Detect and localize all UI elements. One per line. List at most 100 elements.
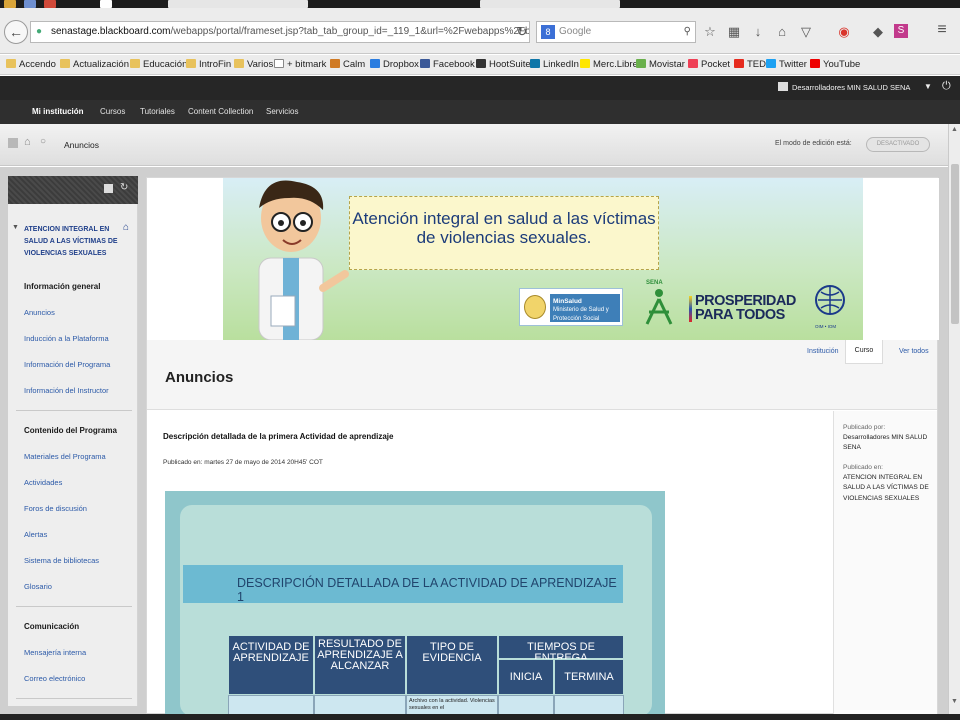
- scrollbar-thumb[interactable]: [951, 164, 959, 324]
- menu-item-induccion[interactable]: Inducción a la Plataforma: [24, 334, 109, 343]
- section-informacion-general: Información general: [24, 282, 101, 291]
- course-icon[interactable]: ○: [40, 136, 46, 147]
- hootsuite-icon: [476, 59, 486, 68]
- folder-icon: [6, 59, 16, 68]
- taskbar-app-icon[interactable]: [100, 0, 112, 8]
- bookmark-item[interactable]: Twitter: [766, 55, 807, 74]
- search-bar[interactable]: 8 Google ⚲: [536, 21, 696, 43]
- bookmark-item[interactable]: Pocket: [688, 55, 730, 74]
- bookmark-item[interactable]: Calm: [330, 55, 365, 74]
- scroll-down-icon[interactable]: ▼: [951, 698, 958, 705]
- course-title[interactable]: ATENCION INTEGRAL EN SALUD A LAS VÍCTIMA…: [24, 224, 124, 260]
- search-engine-icon: 8: [541, 25, 555, 39]
- taskbar-app-icon[interactable]: [44, 0, 56, 8]
- announcement-title: Descripción detallada de la primera Acti…: [163, 432, 394, 441]
- breadcrumb: ⌂ ○ Anuncios El modo de edición está: DE…: [0, 124, 948, 166]
- collapse-icon[interactable]: ▼: [12, 224, 19, 231]
- content-panel: Atención integral en salud a las víctima…: [146, 177, 939, 720]
- divider: [16, 698, 132, 699]
- menu-toggle-icon[interactable]: [8, 138, 18, 148]
- col-evidencia: TIPO DE EVIDENCIA: [406, 635, 498, 695]
- home-icon[interactable]: ⌂: [123, 222, 129, 233]
- bookmark-item[interactable]: HootSuite: [476, 55, 531, 74]
- col-inicia: INICIA: [498, 659, 554, 695]
- download-icon[interactable]: ↓: [750, 24, 766, 39]
- bookmark-item[interactable]: LinkedIn: [530, 55, 579, 74]
- tab-cursos[interactable]: Cursos: [100, 107, 125, 116]
- published-by-author: Desarrolladores MIN SALUD SENA: [843, 434, 928, 452]
- menu-item-materiales[interactable]: Materiales del Programa: [24, 452, 106, 461]
- tab-curso[interactable]: Curso: [845, 340, 883, 364]
- chevron-down-icon[interactable]: ▼: [924, 82, 932, 91]
- bookmark-item[interactable]: TED: [734, 55, 766, 74]
- clipboard-icon[interactable]: ▦: [726, 24, 742, 40]
- bb-header: Desarrolladores MIN SALUD SENA ▼ ⏻ Mi in…: [0, 76, 960, 124]
- bookmark-item[interactable]: Movistar: [636, 55, 685, 74]
- menu-item-anuncios[interactable]: Anuncios: [24, 308, 55, 317]
- bookmark-item[interactable]: Varios: [234, 55, 273, 74]
- bookmarks-bar: Accendo Actualización Educación IntroFin…: [0, 55, 960, 75]
- menu-item-alertas[interactable]: Alertas: [24, 530, 47, 539]
- tab-institucion[interactable]: Institución: [807, 348, 839, 355]
- search-icon[interactable]: ⚲: [684, 22, 691, 42]
- home-icon[interactable]: ⌂: [24, 136, 31, 148]
- page-scrollbar[interactable]: ▲ ▼: [948, 124, 960, 714]
- bookmark-item[interactable]: Facebook: [420, 55, 475, 74]
- url-bar[interactable]: ● senastage.blackboard.com/webapps/porta…: [30, 21, 530, 43]
- edit-mode-toggle[interactable]: DESACTIVADO: [866, 137, 930, 152]
- os-taskbar-bottom: [0, 714, 960, 720]
- extension-icon[interactable]: ◉: [836, 24, 852, 40]
- bookmark-item[interactable]: IntroFin: [186, 55, 231, 74]
- tab-servicios[interactable]: Servicios: [266, 107, 298, 116]
- menu-item-informacion-programa[interactable]: Información del Programa: [24, 360, 110, 369]
- browser-tab-blackboard[interactable]: [168, 0, 308, 8]
- star-icon[interactable]: ☆: [702, 24, 718, 40]
- refresh-icon[interactable]: ↻: [120, 182, 128, 193]
- scroll-up-icon[interactable]: ▲: [951, 126, 958, 133]
- tab-ver-todos[interactable]: Ver todos: [899, 348, 929, 355]
- menu-item-mensajeria[interactable]: Mensajería interna: [24, 648, 86, 657]
- bookmark-item[interactable]: YouTube: [810, 55, 860, 74]
- back-icon[interactable]: ←: [4, 20, 28, 44]
- course-menu-header: ↻: [8, 176, 138, 204]
- reload-icon[interactable]: ↻: [514, 24, 530, 40]
- home-icon[interactable]: ⌂: [774, 24, 790, 39]
- page-title: Anuncios: [165, 369, 234, 386]
- extension-icon[interactable]: S: [894, 24, 908, 38]
- taskbar-app-icon[interactable]: [4, 0, 16, 8]
- partner-logos: MinSalud Ministerio de Salud y Protecció…: [519, 280, 859, 334]
- tab-content-collection[interactable]: Content Collection: [188, 107, 253, 116]
- announcements-header: Institución Curso Ver todos Anuncios: [147, 340, 937, 410]
- section-comunicacion: Comunicación: [24, 622, 80, 631]
- cartoon-doctor-illustration: [258, 180, 349, 340]
- tab-tutoriales[interactable]: Tutoriales: [140, 107, 175, 116]
- browser-tab[interactable]: [480, 0, 620, 8]
- power-icon[interactable]: ⏻: [942, 80, 951, 93]
- extension-icon[interactable]: ◆: [870, 24, 886, 40]
- menu-item-actividades[interactable]: Actividades: [24, 478, 62, 487]
- menu-item-bibliotecas[interactable]: Sistema de bibliotecas: [24, 556, 99, 565]
- folder-view-icon[interactable]: [104, 184, 113, 193]
- bookmark-item[interactable]: Merc.Libre: [580, 55, 638, 74]
- bookmark-item[interactable]: + bitmark: [274, 55, 326, 74]
- prosperidad-logo: PROSPERIDAD PARA TODOS: [689, 294, 796, 322]
- bookmark-item[interactable]: Educación: [130, 55, 187, 74]
- flag-bar: [689, 296, 692, 322]
- pocket-icon[interactable]: ▽: [798, 24, 814, 40]
- tab-mi-institucion[interactable]: Mi institución: [32, 107, 84, 116]
- url-path: /webapps/portal/frameset.jsp?tab_tab_gro…: [170, 26, 529, 37]
- user-menu[interactable]: Desarrolladores MIN SALUD SENA: [778, 82, 910, 92]
- bookmark-item[interactable]: Dropbox: [370, 55, 419, 74]
- menu-item-glosario[interactable]: Glosario: [24, 582, 52, 591]
- facebook-icon: [420, 59, 430, 68]
- menu-item-informacion-instructor[interactable]: Información del Instructor: [24, 386, 109, 395]
- col-resultado: RESULTADO DE APRENDIZAJE A ALCANZAR: [314, 635, 406, 695]
- banner-title: Atención integral en salud a las víctima…: [349, 196, 659, 270]
- menu-item-correo[interactable]: Correo electrónico: [24, 674, 85, 683]
- bookmark-item[interactable]: Accendo: [6, 55, 56, 74]
- sena-logo-text: SENA: [646, 280, 663, 286]
- bookmark-item[interactable]: Actualización: [60, 55, 129, 74]
- menu-item-foros[interactable]: Foros de discusión: [24, 504, 87, 513]
- taskbar-app-icon[interactable]: [24, 0, 36, 8]
- menu-icon[interactable]: ≡: [934, 21, 950, 39]
